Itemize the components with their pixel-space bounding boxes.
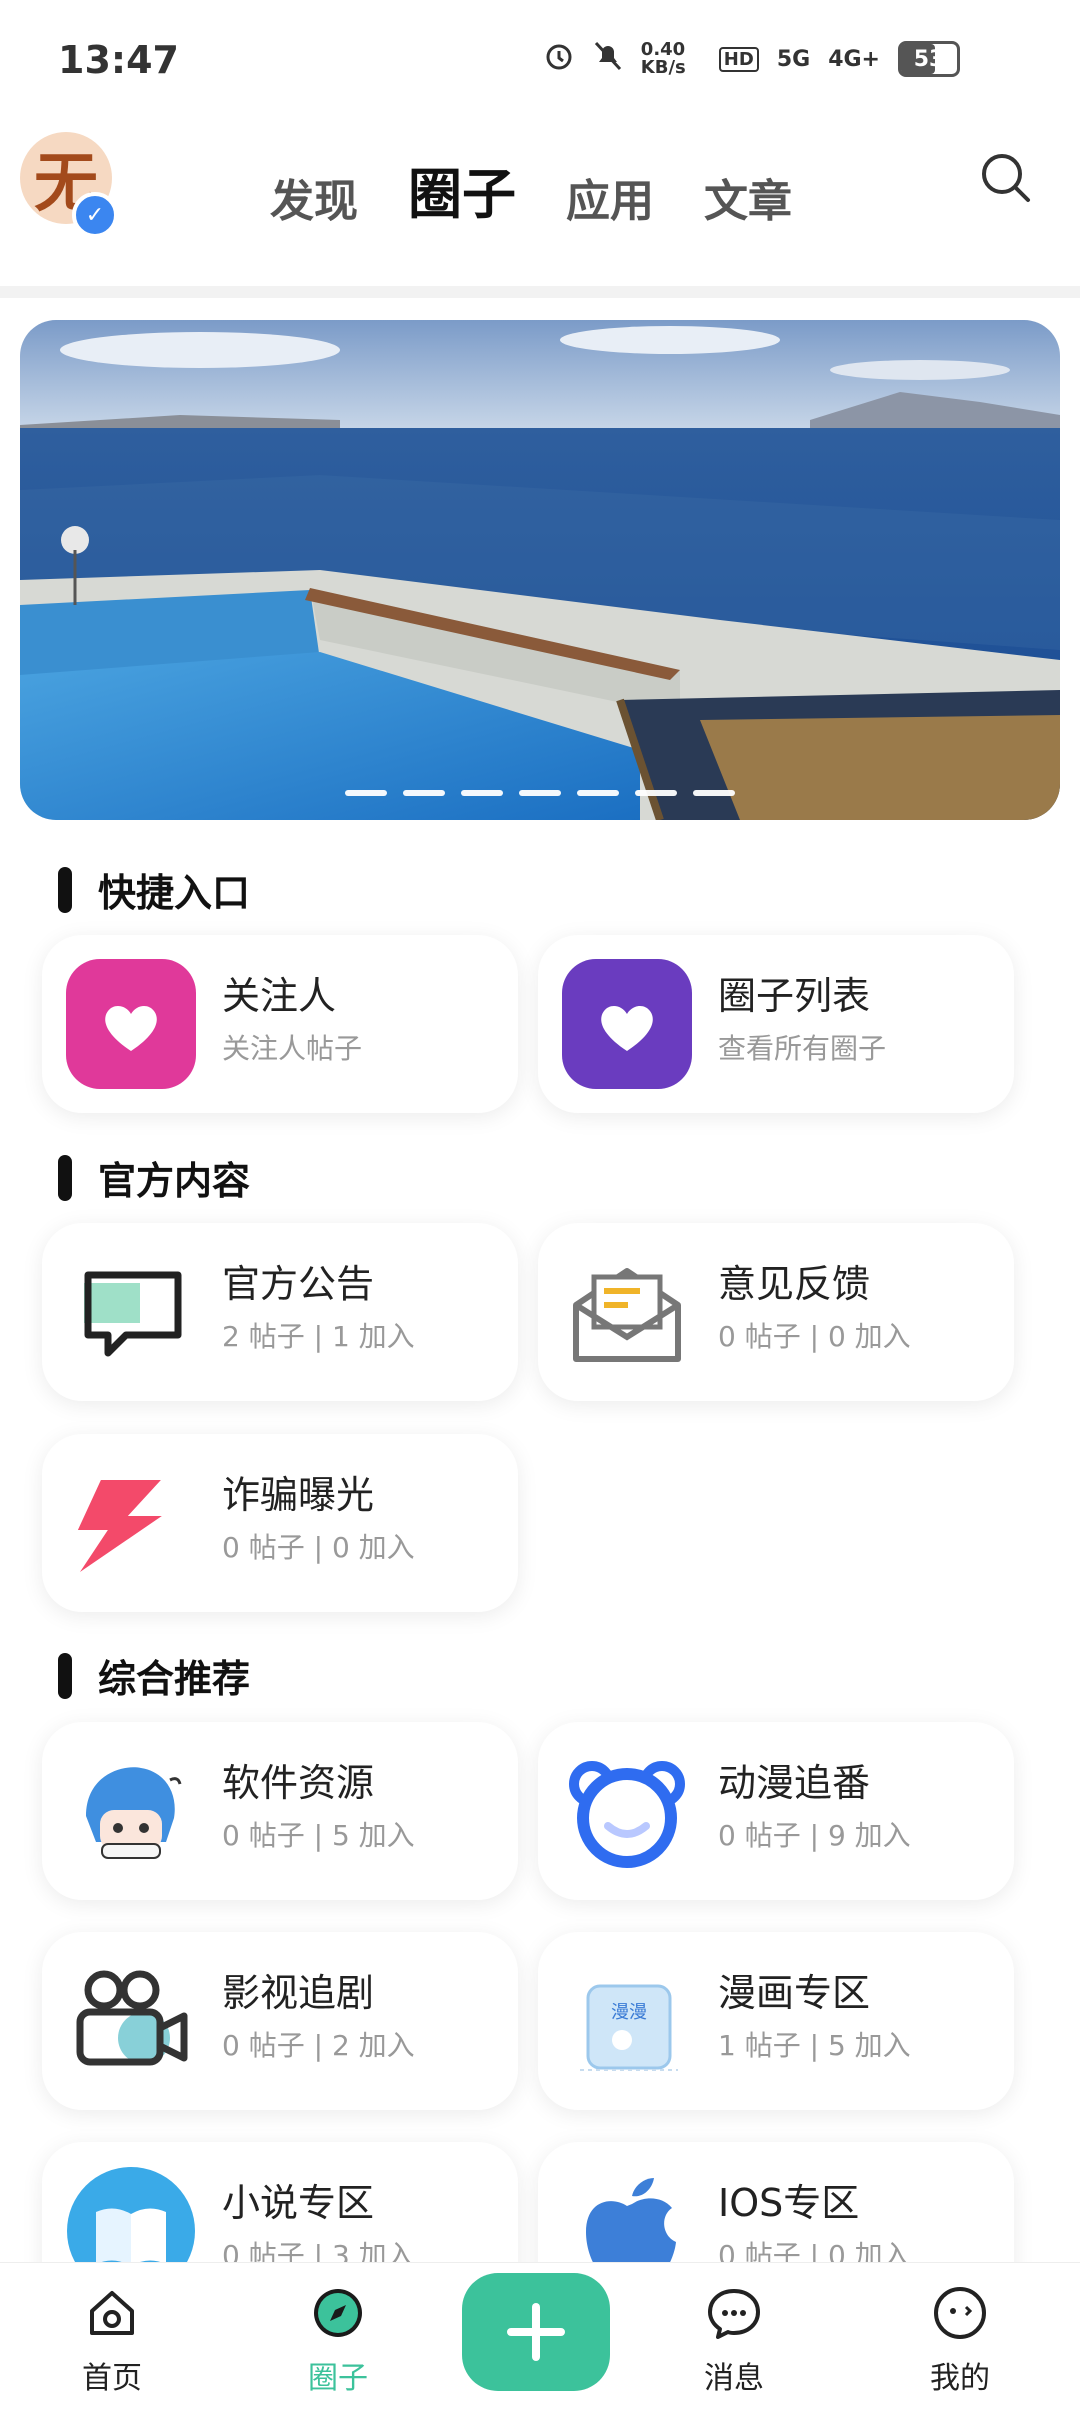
message-icon (708, 2289, 760, 2339)
card-sub: 0 帖子 | 0 加入 (718, 1320, 911, 1353)
card-following[interactable]: 关注人 关注人帖子 (42, 935, 518, 1113)
header-divider (0, 286, 1080, 298)
card-sub: 0 帖子 | 5 加入 (222, 1819, 415, 1852)
nav-home[interactable]: 首页 (42, 2283, 182, 2397)
banner-carousel[interactable] (20, 320, 1060, 820)
card-name: IOS专区 (718, 2181, 860, 2225)
card-movies[interactable]: 影视追剧 0 帖子 | 2 加入 (42, 1932, 518, 2110)
hd-icon: HD (718, 46, 759, 72)
nav-label: 我的 (930, 2361, 990, 2396)
heart-icon (66, 959, 196, 1089)
plus-icon (507, 2303, 565, 2361)
banner-indicator (20, 790, 1060, 796)
card-name: 小说专区 (222, 2181, 375, 2225)
card-software[interactable]: 软件资源 0 帖子 | 5 加入 (42, 1722, 518, 1900)
card-circle-list[interactable]: 圈子列表 查看所有圈子 (538, 935, 1014, 1113)
nav-messages[interactable]: 消息 (664, 2283, 804, 2397)
comic-book-icon: 漫漫 (562, 1956, 692, 2086)
card-anime[interactable]: 动漫追番 0 帖子 | 9 加入 (538, 1722, 1014, 1900)
nav-label: 首页 (82, 2361, 142, 2396)
card-name: 官方公告 (222, 1262, 375, 1306)
search-icon[interactable] (978, 150, 1034, 206)
tab-circles[interactable]: 圈子 (408, 150, 516, 229)
top-tabs: 发现 圈子 应用 文章 (270, 150, 792, 229)
card-sub: 0 帖子 | 9 加入 (718, 1819, 911, 1852)
mute-icon (593, 40, 623, 78)
tab-apps[interactable]: 应用 (566, 165, 654, 229)
card-scam-exposure[interactable]: 诈骗曝光 0 帖子 | 0 加入 (42, 1434, 518, 1612)
tab-articles[interactable]: 文章 (704, 165, 792, 229)
heart-icon (562, 959, 692, 1089)
card-name: 诈骗曝光 (222, 1473, 375, 1517)
nav-label: 圈子 (308, 2361, 368, 2396)
card-name: 动漫追番 (718, 1761, 871, 1805)
profile-icon (934, 2287, 986, 2339)
add-post-button[interactable] (462, 2273, 610, 2391)
svg-text:漫漫: 漫漫 (611, 2002, 647, 2023)
card-feedback[interactable]: 意见反馈 0 帖子 | 0 加入 (538, 1223, 1014, 1401)
video-camera-icon (66, 1956, 196, 2086)
card-announcement[interactable]: 官方公告 2 帖子 | 1 加入 (42, 1223, 518, 1401)
net-speed: 0.40 KB/s (640, 39, 686, 78)
mail-icon (562, 1247, 692, 1377)
card-name: 关注人 (222, 974, 337, 1018)
lightning-icon (66, 1458, 196, 1588)
verified-icon: ✓ (72, 192, 118, 238)
card-sub: 1 帖子 | 5 加入 (718, 2029, 911, 2062)
section-title-official: 官方内容 (58, 1150, 250, 1205)
signal-5g: 5G (776, 46, 811, 72)
card-name: 软件资源 (222, 1761, 375, 1805)
anime-girl-icon (66, 1746, 196, 1876)
card-name: 影视追剧 (222, 1971, 375, 2015)
card-comics[interactable]: 漫漫 漫画专区 1 帖子 | 5 加入 (538, 1932, 1014, 2110)
home-icon (90, 2291, 134, 2335)
card-sub: 0 帖子 | 0 加入 (222, 1531, 415, 1564)
card-name: 漫画专区 (718, 1971, 871, 2015)
alarm-icon (543, 40, 575, 78)
header: 无 ✓ 发现 圈子 应用 文章 (0, 120, 1080, 290)
nav-circles[interactable]: 圈子 (268, 2283, 408, 2397)
card-sub: 关注人帖子 (222, 1032, 363, 1065)
bear-icon (562, 1746, 692, 1876)
signal-4g: 4G+ (828, 46, 880, 72)
card-sub: 2 帖子 | 1 加入 (222, 1320, 415, 1353)
card-sub: 查看所有圈子 (718, 1032, 887, 1065)
card-sub: 0 帖子 | 2 加入 (222, 2029, 415, 2062)
card-name: 圈子列表 (718, 974, 871, 1018)
status-bar: 13:47 0.40 KB/s HD 5G 4G+ 53 (0, 0, 1080, 120)
battery-icon: 53 (898, 41, 960, 77)
bottom-navigation: 首页 圈子 消息 我的 (0, 2262, 1080, 2409)
nav-profile[interactable]: 我的 (890, 2283, 1030, 2397)
section-title-quick: 快捷入口 (58, 862, 250, 917)
nav-label: 消息 (704, 2361, 764, 2396)
chat-bubble-icon (66, 1247, 196, 1377)
tab-discover[interactable]: 发现 (270, 165, 358, 229)
status-icons: 0.40 KB/s HD 5G 4G+ 53 (543, 40, 960, 78)
status-time: 13:47 (58, 38, 179, 82)
banner-image (20, 320, 1060, 820)
card-name: 意见反馈 (718, 1262, 871, 1306)
compass-icon (314, 2289, 362, 2337)
section-title-recommend: 综合推荐 (58, 1648, 250, 1703)
